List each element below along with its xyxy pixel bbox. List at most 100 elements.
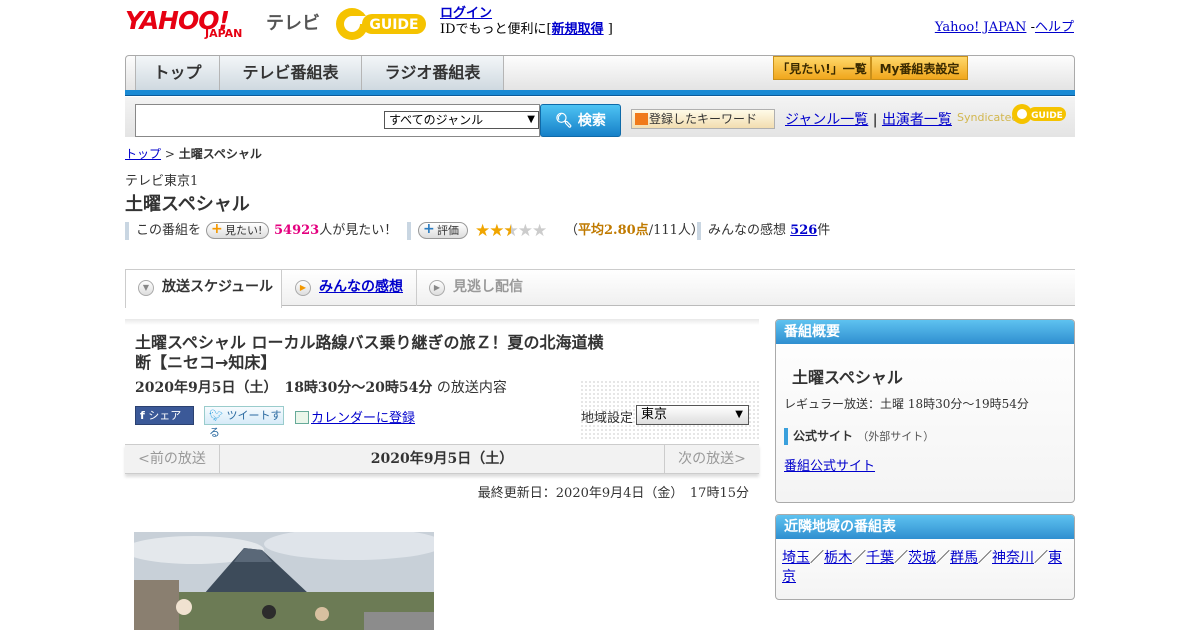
registered-keyword-button[interactable]: 登録したキーワード (631, 109, 775, 129)
signup-link[interactable]: 新規取得 (552, 22, 604, 37)
genre-list-link[interactable]: ジャンル一覧 (785, 112, 868, 128)
star-empty-icon: ★ (532, 221, 547, 241)
stats-divider (697, 222, 701, 240)
rate-button[interactable]: + 評価 (418, 222, 468, 239)
star-partial-icon: ★ ★ (503, 221, 519, 241)
region-sep: ／ (894, 550, 908, 566)
official-site-label: 公式サイト (793, 429, 854, 443)
tab-impressions[interactable]: ▶ みんなの感想 (283, 270, 417, 306)
regular-broadcast: レギュラー放送：土曜 18時30分～19時54分 (784, 397, 1029, 411)
tab-missed-streaming: ▶ 見逃し配信 (417, 270, 537, 306)
region-link-gunma[interactable]: 群馬 (950, 550, 978, 566)
keyword-button-label: 登録したキーワード (648, 112, 757, 126)
program-overview-box: 番組概要 土曜スペシャル レギュラー放送：土曜 18時30分～19時54分 公式… (775, 319, 1075, 503)
tab-radio-schedule[interactable]: ラジオ番組表 (362, 56, 504, 90)
region-link-ibaraki[interactable]: 茨城 (908, 550, 936, 566)
breadcrumb-current: 土曜スペシャル (178, 147, 262, 161)
region-sep: ／ (978, 550, 992, 566)
this-program-label: この番組を (136, 223, 202, 238)
search-button-label: 検索 (577, 113, 606, 129)
tab-top[interactable]: トップ (135, 56, 220, 90)
facebook-share-button[interactable]: f シェア (135, 406, 194, 425)
mitai-list-button[interactable]: 「見たい!」一覧 (773, 56, 871, 80)
tab-broadcast-schedule[interactable]: ▼ 放送スケジュール (125, 270, 282, 308)
impressions-count-link[interactable]: 526 (790, 223, 817, 238)
calendar-icon (295, 411, 309, 424)
search-button[interactable]: 🔍︎ 検索 (540, 104, 621, 137)
search-icon: 🔍︎ (555, 113, 573, 129)
avg-people: /111人） (648, 223, 704, 238)
stats-divider (125, 222, 129, 240)
cast-list-link[interactable]: 出演者一覧 (882, 112, 952, 128)
chevron-down-icon: ▼ (735, 409, 743, 420)
mitai-suffix: 人が見たい！ (319, 223, 398, 238)
tab-tv-schedule[interactable]: テレビ番組表 (220, 56, 362, 90)
star-full-icon: ★ (489, 221, 504, 241)
svg-text:GUIDE: GUIDE (369, 17, 418, 33)
nav-accent-bar (125, 90, 1075, 96)
stats-divider (407, 222, 411, 240)
calendar-register[interactable]: カレンダーに登録 (295, 407, 415, 426)
login-link[interactable]: ログイン (440, 6, 492, 21)
facebook-icon: f (140, 409, 145, 422)
region-link-chiba[interactable]: 千葉 (866, 550, 894, 566)
tab-missed-streaming-label: 見逃し配信 (453, 279, 523, 295)
twitter-icon: 🐦︎ (209, 409, 223, 422)
region-link-kanagawa[interactable]: 神奈川 (992, 550, 1034, 566)
region-sep: ／ (852, 550, 866, 566)
broadcast-pager: <前の放送 2020年9月5日（土） 次の放送> (125, 444, 759, 474)
gguide-logo[interactable]: GUIDE (334, 6, 430, 42)
official-site-link[interactable]: 番組公式サイト (784, 459, 875, 474)
region-label: 地域設定 (581, 411, 634, 426)
official-site-heading: 公式サイト （外部サイト） (784, 428, 934, 445)
genre-divider: | (872, 112, 878, 128)
star-empty-icon: ★ (517, 221, 533, 241)
play-circle-icon: ▶ (295, 280, 311, 296)
svg-text:GUIDE: GUIDE (1031, 111, 1063, 121)
tv-logo-text[interactable]: テレビ (266, 9, 320, 35)
plus-icon: + (423, 221, 435, 237)
nearby-region-links: 埼玉／栃木／千葉／茨城／群馬／神奈川／東京 (782, 549, 1070, 587)
breadcrumb: トップ > 土曜スペシャル (125, 145, 262, 162)
top-links: Yahoo! JAPAN -ヘルプ (935, 16, 1074, 35)
mountain-scene-image (134, 532, 434, 630)
region-link-saitama[interactable]: 埼玉 (782, 550, 810, 566)
next-broadcast-button[interactable]: 次の放送> (664, 445, 759, 473)
nearby-regions-header: 近隣地域の番組表 (776, 515, 1074, 539)
region-link-tochigi[interactable]: 栃木 (824, 550, 852, 566)
avg-open: （ (565, 223, 579, 238)
help-link[interactable]: ヘルプ (1035, 20, 1074, 35)
last-updated: 最終更新日：2020年9月4日（金） 17時15分 (477, 486, 749, 501)
breadcrumb-top-link[interactable]: トップ (125, 147, 161, 161)
prev-broadcast-button[interactable]: <前の放送 (125, 445, 220, 473)
avg-rating: 平均2.80点 (578, 223, 649, 238)
yahoo-japan-logo-sub: JAPAN (205, 27, 243, 40)
program-subtabs: ▼ 放送スケジュール ▶ みんなの感想 ▶ 見逃し配信 (125, 269, 1075, 308)
play-circle-icon: ▶ (429, 280, 445, 296)
main-nav: トップ テレビ番組表 ラジオ番組表 「見たい!」一覧 My番組表設定 (125, 55, 1075, 91)
region-select[interactable]: 東京 ▼ (636, 405, 749, 425)
region-select-value: 東京 (641, 407, 668, 422)
channel-name: テレビ東京1 (125, 174, 199, 189)
episode-title: 土曜スペシャル ローカル路線バス乗り継ぎの旅Ｚ！夏の北海道横断【ニセコ→知床】 (135, 333, 604, 372)
episode-photo (134, 532, 434, 630)
region-sep: ／ (936, 550, 950, 566)
genre-select[interactable]: すべてのジャンル ▼ (384, 111, 539, 129)
gguide-small-logo: GUIDE (1012, 104, 1066, 124)
rating-stars: ★★★ ★ ★★ (475, 221, 547, 241)
page-title: 土曜スペシャル (125, 194, 250, 215)
tab-impressions-label: みんなの感想 (319, 279, 403, 295)
tweet-button[interactable]: 🐦︎ ツイートする (204, 406, 284, 439)
mitai-button[interactable]: + 見たい! (206, 222, 269, 239)
mitai-count: 54923 (274, 223, 320, 238)
rate-button-label: 評価 (437, 224, 459, 237)
calendar-register-link[interactable]: カレンダーに登録 (311, 411, 415, 426)
yahoo-japan-link[interactable]: Yahoo! JAPAN (935, 20, 1027, 35)
tab-broadcast-schedule-label: 放送スケジュール (162, 279, 274, 295)
login-promo-text: IDでもっと便利に[ (440, 22, 552, 37)
keyword-icon (635, 113, 648, 125)
star-full-icon: ★ (475, 221, 490, 241)
my-schedule-settings-button[interactable]: My番組表設定 (871, 56, 968, 80)
program-stats: この番組を + 見たい! 54923人が見たい！ + 評価 ★★★ ★ ★★ （平均2.… (125, 221, 845, 241)
genre-select-value: すべてのジャンル (389, 113, 484, 127)
